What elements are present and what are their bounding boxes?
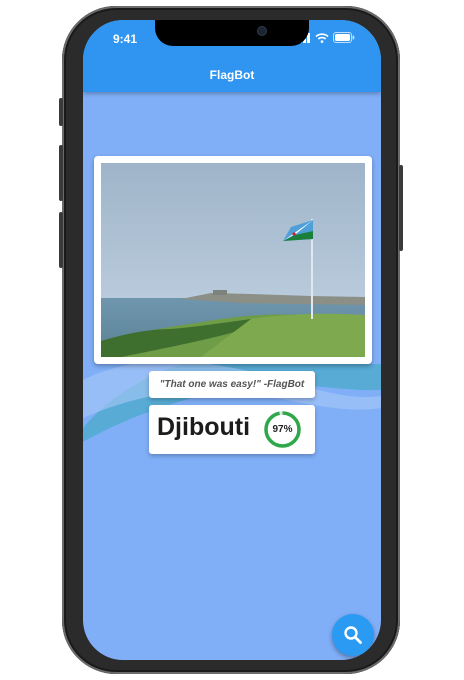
power-button <box>399 165 403 251</box>
search-icon <box>344 626 362 644</box>
quote-text: "That one was easy!" -FlagBot <box>159 379 305 390</box>
photo-card <box>94 156 372 364</box>
mute-switch <box>59 98 63 126</box>
volume-up-button <box>59 145 63 201</box>
photo-scene <box>101 163 365 357</box>
flag-photo <box>101 163 365 357</box>
notch <box>155 20 309 46</box>
result-card: Djibouti 97% <box>149 405 315 454</box>
app-screen: 9:41 FlagBot "That one was easy!" -FlagB… <box>83 20 381 660</box>
app-title: FlagBot <box>209 68 255 82</box>
search-button[interactable] <box>332 614 374 656</box>
battery-icon <box>333 32 355 43</box>
wifi-icon <box>315 32 329 43</box>
status-time: 9:41 <box>113 32 138 46</box>
confidence-indicator: 97% <box>263 410 302 449</box>
volume-down-button <box>59 212 63 268</box>
front-camera <box>257 26 267 36</box>
country-name: Djibouti <box>157 413 251 441</box>
quote-card: "That one was easy!" -FlagBot <box>149 371 315 398</box>
confidence-label: 97% <box>272 424 293 435</box>
